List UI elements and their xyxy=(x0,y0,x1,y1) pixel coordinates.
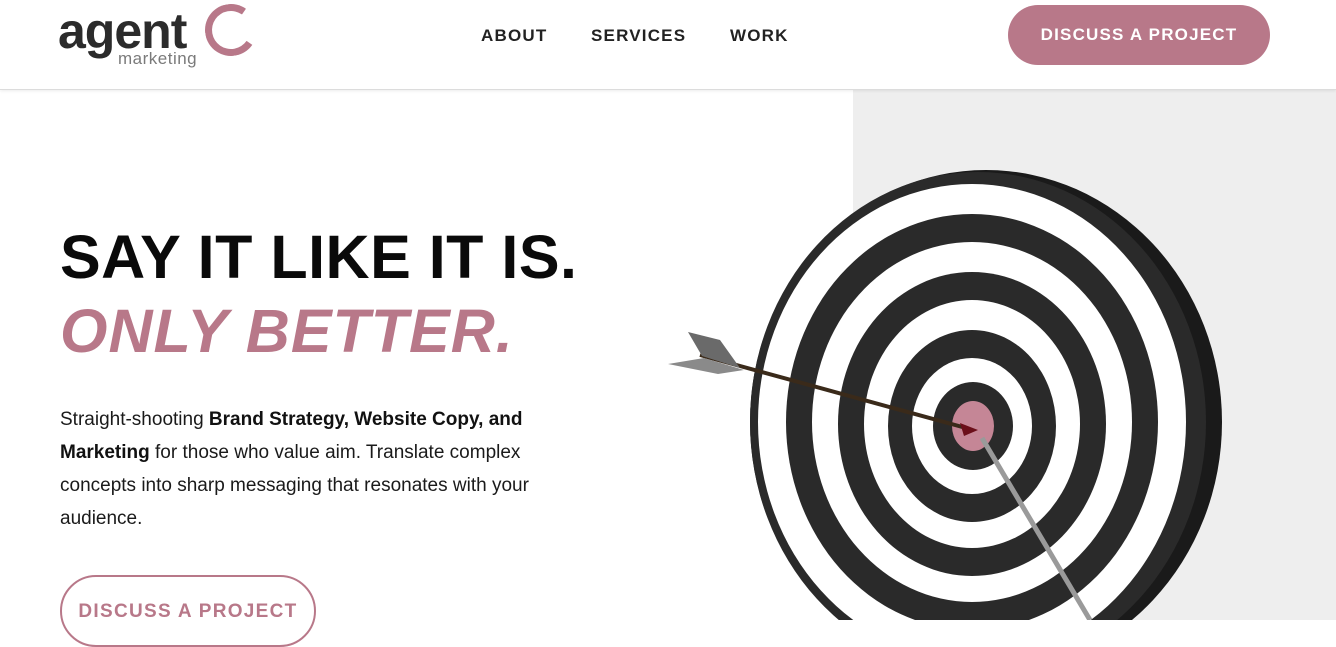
discuss-project-button-hero[interactable]: DISCUSS A PROJECT xyxy=(60,575,316,647)
hero-title: SAY IT LIKE IT IS. xyxy=(60,223,578,291)
logo-tagline: marketing xyxy=(118,49,198,68)
nav-work[interactable]: WORK xyxy=(730,26,789,46)
nav-services[interactable]: SERVICES xyxy=(591,26,686,46)
hero-subtitle: ONLY BETTER. xyxy=(60,297,514,365)
nav-about[interactable]: ABOUT xyxy=(481,26,547,46)
discuss-project-button-header[interactable]: DISCUSS A PROJECT xyxy=(1008,5,1270,65)
target-with-arrow-icon xyxy=(668,170,1222,620)
hero-description: Straight-shooting Brand Strategy, Websit… xyxy=(60,403,540,535)
logo-c-ring-icon xyxy=(200,0,262,61)
desc-part1: Straight-shooting xyxy=(60,409,209,430)
agentc-logo[interactable]: agent marketing xyxy=(58,0,268,72)
site-header: agent marketing ABOUT SERVICES WORK DISC… xyxy=(0,0,1336,90)
